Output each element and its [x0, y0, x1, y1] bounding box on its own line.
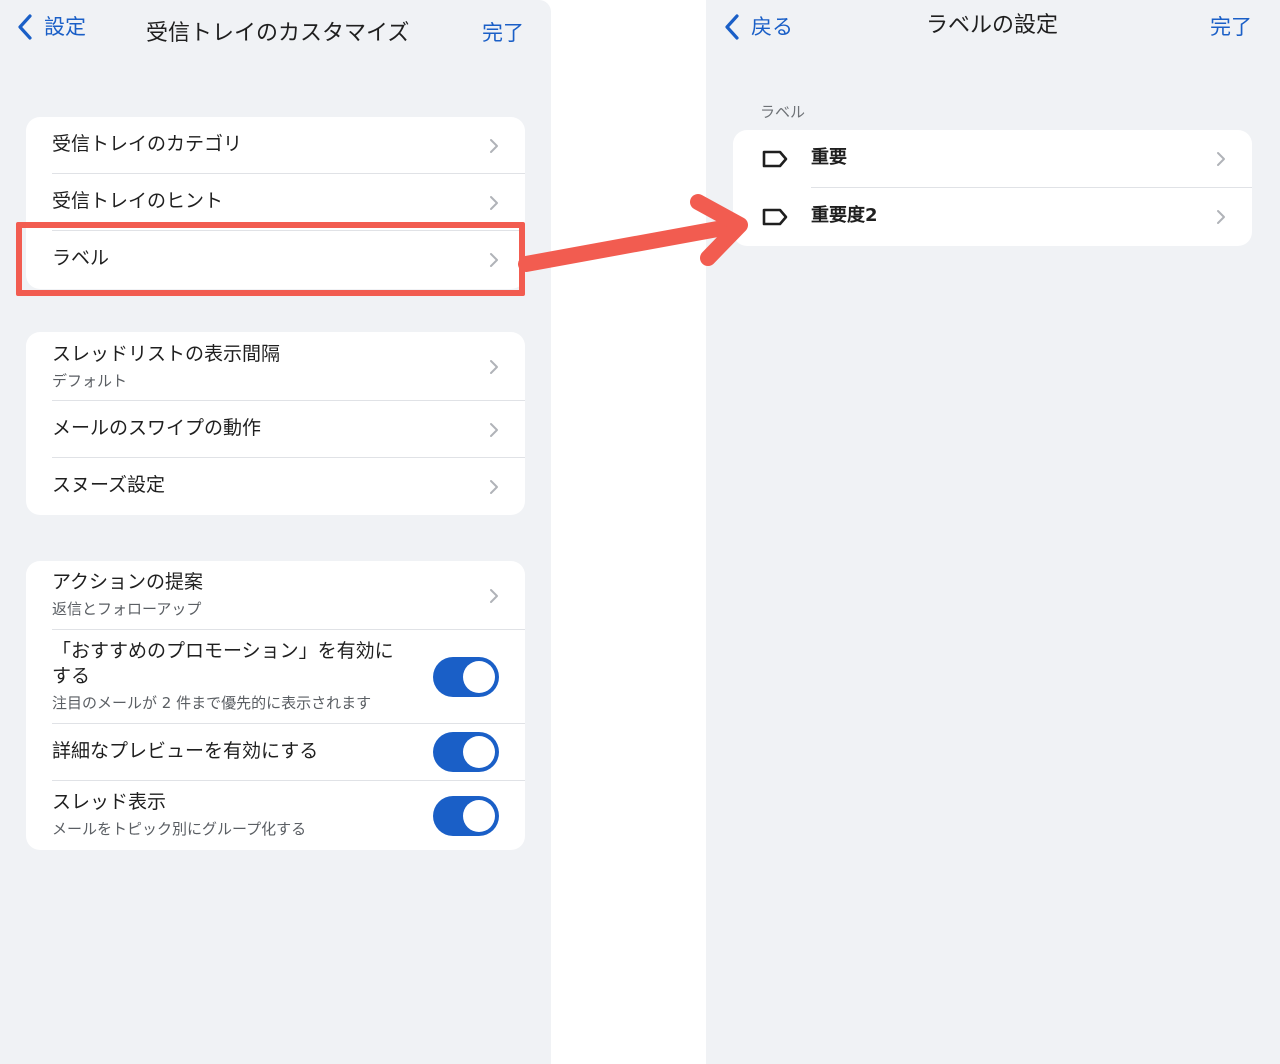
chevron-right-icon	[489, 252, 499, 268]
back-button[interactable]: 戻る	[723, 12, 793, 42]
settings-group-features: アクションの提案 返信とフォローアップ 「おすすめのプロモーション」を有効に す…	[26, 561, 525, 850]
label-name: 重要度2	[811, 205, 878, 226]
done-button[interactable]: 完了	[482, 18, 524, 48]
row-label: スレッドリストの表示間隔	[52, 343, 281, 365]
row-label: アクションの提案	[52, 571, 204, 593]
chevron-right-icon	[489, 479, 499, 495]
back-button[interactable]: 設定	[16, 12, 86, 42]
row-sublabel: デフォルト	[52, 372, 128, 390]
chevron-right-icon	[489, 359, 499, 375]
chevron-right-icon	[1216, 151, 1226, 167]
row-inbox-categories[interactable]: 受信トレイのカテゴリ	[26, 117, 525, 174]
row-label-line1: 「おすすめのプロモーション」を有効に	[52, 640, 394, 662]
navigation-bar: 設定 受信トレイのカスタマイズ 完了	[0, 0, 551, 72]
back-label: 設定	[44, 15, 86, 39]
chevron-right-icon	[489, 588, 499, 604]
label-tag-icon	[761, 149, 789, 169]
done-button[interactable]: 完了	[1210, 12, 1252, 42]
back-label: 戻る	[751, 15, 793, 39]
row-thread-list-density[interactable]: スレッドリストの表示間隔 デフォルト	[26, 332, 525, 401]
row-detailed-preview: 詳細なプレビューを有効にする	[26, 724, 525, 781]
labels-list: 重要 重要度2	[733, 130, 1252, 246]
label-item[interactable]: 重要度2	[733, 188, 1252, 246]
row-label: スヌーズ設定	[52, 474, 166, 496]
row-label: スレッド表示	[52, 791, 167, 813]
chevron-right-icon	[489, 195, 499, 211]
row-snooze-settings[interactable]: スヌーズ設定	[26, 458, 525, 515]
toggle-knob	[463, 736, 495, 768]
chevron-right-icon	[489, 138, 499, 154]
label-name: 重要	[811, 147, 847, 168]
label-item[interactable]: 重要	[733, 130, 1252, 188]
page-title: 受信トレイのカスタマイズ	[146, 21, 410, 46]
chevron-left-icon	[16, 13, 34, 41]
row-label: 詳細なプレビューを有効にする	[52, 740, 319, 762]
row-label: 受信トレイのカテゴリ	[52, 133, 243, 155]
detailed-preview-toggle[interactable]	[433, 732, 499, 772]
toggle-knob	[463, 661, 495, 693]
row-swipe-actions[interactable]: メールのスワイプの動作	[26, 401, 525, 458]
row-label: ラベル	[52, 247, 110, 269]
row-label: メールのスワイプの動作	[52, 417, 262, 439]
chevron-right-icon	[489, 422, 499, 438]
row-suggested-actions[interactable]: アクションの提案 返信とフォローアップ	[26, 561, 525, 630]
thread-view-toggle[interactable]	[433, 796, 499, 836]
row-labels[interactable]: ラベル	[26, 231, 525, 289]
settings-group-display: スレッドリストの表示間隔 デフォルト メールのスワイプの動作 スヌーズ設定	[26, 332, 525, 515]
chevron-right-icon	[1216, 209, 1226, 225]
navigation-bar: 戻る ラベルの設定 完了	[706, 0, 1280, 72]
row-sublabel: 返信とフォローアップ	[52, 600, 202, 618]
promotions-toggle[interactable]	[433, 657, 499, 697]
page-title: ラベルの設定	[926, 13, 1059, 38]
section-header: ラベル	[760, 103, 806, 121]
label-settings-screen: 戻る ラベルの設定 完了 ラベル 重要 重要度2	[706, 0, 1280, 1064]
row-sublabel: メールをトピック別にグループ化する	[52, 820, 307, 838]
row-label: 受信トレイのヒント	[52, 190, 224, 212]
row-thread-view: スレッド表示 メールをトピック別にグループ化する	[26, 781, 525, 850]
label-tag-icon	[761, 207, 789, 227]
chevron-left-icon	[723, 13, 741, 41]
settings-group-inbox: 受信トレイのカテゴリ 受信トレイのヒント ラベル	[26, 117, 525, 289]
inbox-customize-screen: 設定 受信トレイのカスタマイズ 完了 受信トレイのカテゴリ 受信トレイのヒント …	[0, 0, 551, 1064]
row-inbox-tips[interactable]: 受信トレイのヒント	[26, 174, 525, 231]
toggle-knob	[463, 800, 495, 832]
row-label-line2: する	[52, 665, 91, 687]
row-sublabel: 注目のメールが 2 件まで優先的に表示されます	[52, 694, 372, 712]
row-promotions: 「おすすめのプロモーション」を有効に する 注目のメールが 2 件まで優先的に表…	[26, 630, 525, 724]
